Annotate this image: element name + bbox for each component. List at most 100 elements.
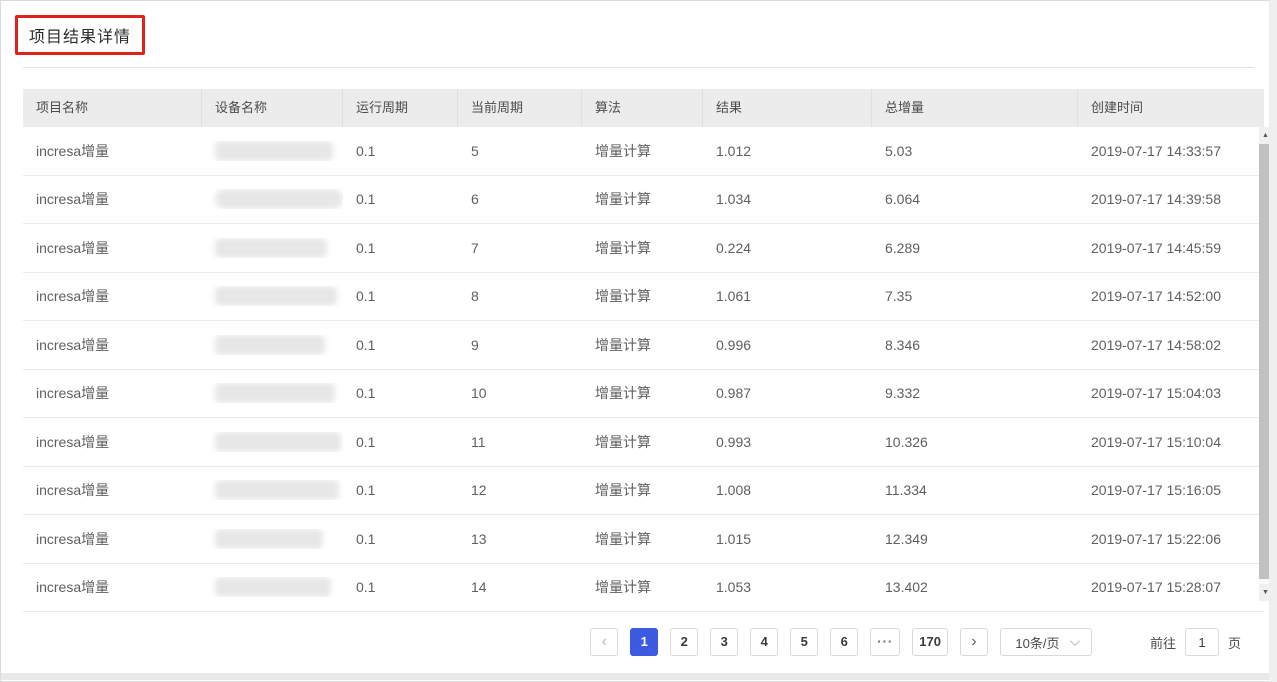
cell-total_increment: 7.35 bbox=[872, 288, 1078, 304]
column-header-project: 项目名称 bbox=[23, 89, 202, 127]
column-header-run_cycle: 运行周期 bbox=[343, 89, 458, 127]
cell-algorithm: 增量计算 bbox=[582, 529, 703, 549]
cell-total_increment: 5.03 bbox=[872, 143, 1078, 159]
divider bbox=[23, 67, 1254, 68]
column-header-current_cycle: 当前周期 bbox=[458, 89, 582, 127]
table-row: incresa增量0.110增量计算0.9879.3322019-07-17 1… bbox=[23, 370, 1264, 419]
column-header-algorithm: 算法 bbox=[582, 89, 703, 127]
cell-result: 0.224 bbox=[703, 240, 872, 256]
table-row: incresa增量0.15增量计算1.0125.032019-07-17 14:… bbox=[23, 127, 1264, 176]
redacted-device-name bbox=[215, 529, 323, 549]
goto-page-input[interactable] bbox=[1185, 628, 1219, 656]
cell-run_cycle: 0.1 bbox=[343, 191, 458, 207]
goto-suffix-label: 页 bbox=[1228, 633, 1241, 652]
annotation-box: 项目结果详情 bbox=[15, 15, 145, 55]
table-row: incresa增量0.18增量计算1.0617.352019-07-17 14:… bbox=[23, 273, 1264, 322]
goto-page: 前往 页 bbox=[1150, 628, 1241, 656]
cell-project: incresa增量 bbox=[23, 577, 202, 597]
page-ellipsis-button[interactable]: ··· bbox=[870, 628, 900, 656]
cell-created_at: 2019-07-17 15:22:06 bbox=[1078, 531, 1264, 547]
page-title: 项目结果详情 bbox=[29, 23, 131, 47]
cell-device bbox=[202, 480, 343, 500]
redacted-device-name bbox=[215, 286, 337, 306]
cell-result: 1.015 bbox=[703, 531, 872, 547]
cell-result: 1.012 bbox=[703, 143, 872, 159]
cell-algorithm: 增量计算 bbox=[582, 189, 703, 209]
page-horizontal-scrollbar[interactable] bbox=[1, 673, 1270, 680]
cell-result: 1.061 bbox=[703, 288, 872, 304]
cell-device bbox=[202, 383, 343, 403]
page: 项目结果详情 项目名称设备名称运行周期当前周期算法结果总增量创建时间 incre… bbox=[0, 0, 1277, 682]
cell-algorithm: 增量计算 bbox=[582, 141, 703, 161]
cell-created_at: 2019-07-17 14:58:02 bbox=[1078, 337, 1264, 353]
column-header-total_increment: 总增量 bbox=[872, 89, 1078, 127]
page-button-1[interactable]: 1 bbox=[630, 628, 658, 656]
cell-algorithm: 增量计算 bbox=[582, 480, 703, 500]
column-header-device: 设备名称 bbox=[202, 89, 343, 127]
cell-total_increment: 8.346 bbox=[872, 337, 1078, 353]
cell-run_cycle: 0.1 bbox=[343, 434, 458, 450]
cell-current_cycle: 5 bbox=[458, 143, 582, 159]
pagination: ‹ 123456 ··· 170 › 10条/页 前往 页 bbox=[590, 628, 1241, 656]
cell-run_cycle: 0.1 bbox=[343, 579, 458, 595]
cell-run_cycle: 0.1 bbox=[343, 337, 458, 353]
cell-total_increment: 9.332 bbox=[872, 385, 1078, 401]
cell-algorithm: 增量计算 bbox=[582, 577, 703, 597]
cell-created_at: 2019-07-17 15:16:05 bbox=[1078, 482, 1264, 498]
cell-total_increment: 12.349 bbox=[872, 531, 1078, 547]
page-button-6[interactable]: 6 bbox=[830, 628, 858, 656]
cell-result: 1.008 bbox=[703, 482, 872, 498]
page-button-4[interactable]: 4 bbox=[750, 628, 778, 656]
cell-current_cycle: 7 bbox=[458, 240, 582, 256]
pagination-next-button[interactable]: › bbox=[960, 628, 988, 656]
cell-created_at: 2019-07-17 14:52:00 bbox=[1078, 288, 1264, 304]
cell-created_at: 2019-07-17 14:39:58 bbox=[1078, 191, 1264, 207]
table-row: incresa增量0.17增量计算0.2246.2892019-07-17 14… bbox=[23, 224, 1264, 273]
page-button-3[interactable]: 3 bbox=[710, 628, 738, 656]
page-vertical-scrollbar[interactable] bbox=[1269, 0, 1277, 682]
cell-device bbox=[202, 335, 343, 355]
redacted-device-name bbox=[215, 238, 327, 258]
chevron-down-icon bbox=[1069, 636, 1079, 646]
cell-project: incresa增量 bbox=[23, 383, 202, 403]
cell-total_increment: 10.326 bbox=[872, 434, 1078, 450]
cell-run_cycle: 0.1 bbox=[343, 143, 458, 159]
table-row: incresa增量 0.19增量计算0.9968.3462019-07-17 14… bbox=[23, 321, 1264, 370]
cell-current_cycle: 13 bbox=[458, 531, 582, 547]
page-size-select[interactable]: 10条/页 bbox=[1000, 628, 1092, 656]
cell-project: incresa增量 bbox=[23, 335, 202, 355]
cell-current_cycle: 11 bbox=[458, 434, 582, 450]
cell-current_cycle: 14 bbox=[458, 579, 582, 595]
redacted-device-name bbox=[215, 577, 331, 597]
cell-project: incresa增量 bbox=[23, 286, 202, 306]
page-button-5[interactable]: 5 bbox=[790, 628, 818, 656]
cell-current_cycle: 9 bbox=[458, 337, 582, 353]
cell-total_increment: 11.334 bbox=[872, 482, 1078, 498]
pagination-prev-button[interactable]: ‹ bbox=[590, 628, 618, 656]
cell-created_at: 2019-07-17 15:10:04 bbox=[1078, 434, 1264, 450]
cell-result: 0.987 bbox=[703, 385, 872, 401]
cell-algorithm: 增量计算 bbox=[582, 432, 703, 452]
table-body: incresa增量0.15增量计算1.0125.032019-07-17 14:… bbox=[23, 127, 1264, 612]
redacted-device-name bbox=[215, 335, 325, 355]
page-button-170[interactable]: 170 bbox=[912, 628, 948, 656]
cell-project: incresa增量 bbox=[23, 480, 202, 500]
cell-algorithm: 增量计算 bbox=[582, 286, 703, 306]
cell-created_at: 2019-07-17 15:28:07 bbox=[1078, 579, 1264, 595]
redacted-device-name bbox=[215, 383, 335, 403]
cell-result: 0.996 bbox=[703, 337, 872, 353]
redacted-device-name bbox=[215, 189, 343, 209]
cell-algorithm: 增量计算 bbox=[582, 335, 703, 355]
cell-run_cycle: 0.1 bbox=[343, 288, 458, 304]
cell-run_cycle: 0.1 bbox=[343, 385, 458, 401]
cell-result: 1.034 bbox=[703, 191, 872, 207]
cell-device bbox=[202, 189, 343, 209]
cell-total_increment: 6.064 bbox=[872, 191, 1078, 207]
cell-result: 0.993 bbox=[703, 434, 872, 450]
cell-project: incresa增量 bbox=[23, 529, 202, 549]
cell-project: incresa增量 bbox=[23, 432, 202, 452]
goto-prefix-label: 前往 bbox=[1150, 633, 1176, 652]
page-button-2[interactable]: 2 bbox=[670, 628, 698, 656]
redacted-device-name bbox=[215, 432, 341, 452]
table-row: incresa增量0.113增量计算1.01512.3492019-07-17 … bbox=[23, 515, 1264, 564]
